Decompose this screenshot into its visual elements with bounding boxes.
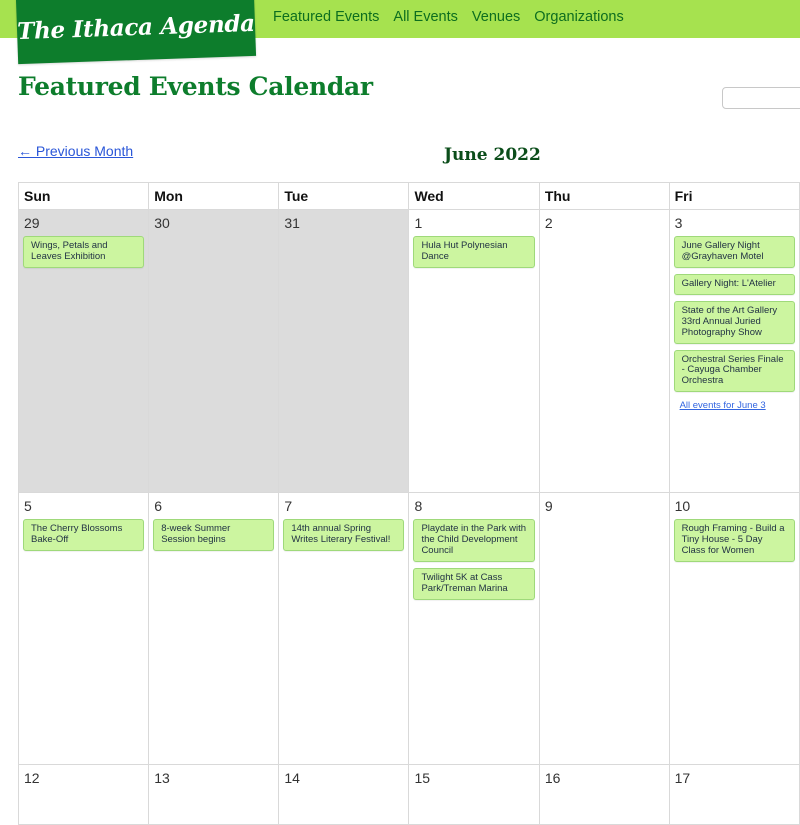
event-item[interactable]: 14th annual Spring Writes Literary Festi…: [283, 519, 405, 551]
calendar-day-cell[interactable]: 6 8-week Summer Session begins: [148, 492, 280, 765]
calendar-week-row: 29 Wings, Petals and Leaves Exhibition 30 3…: [17, 209, 800, 493]
day-number: 3: [674, 215, 683, 231]
day-number: 8: [414, 498, 423, 514]
main-nav: Featured Events All Events Venues Organi…: [273, 9, 624, 25]
site-logo-text: The Ithaca Agenda: [16, 9, 256, 45]
calendar-day-cell[interactable]: 8 Playdate in the Park with the Child Dev…: [408, 492, 540, 765]
event-item[interactable]: Rough Framing - Build a Tiny House - 5 D…: [673, 519, 795, 562]
calendar-day-cell[interactable]: 2: [538, 209, 670, 493]
weekday-header: Mon: [148, 182, 280, 210]
search-input[interactable]: [722, 87, 800, 109]
nav-all-events[interactable]: All Events: [393, 9, 457, 25]
weekday-header: Thu: [538, 182, 670, 210]
event-item[interactable]: Playdate in the Park with the Child Deve…: [413, 519, 535, 562]
day-number: 10: [674, 498, 691, 514]
calendar-day-cell[interactable]: 9: [538, 492, 670, 765]
event-item[interactable]: Orchestral Series Finale - Cayuga Chambe…: [673, 349, 795, 393]
all-events-link[interactable]: All events for June 3: [680, 400, 795, 411]
event-item[interactable]: Gallery Night: L'Atelier: [673, 273, 795, 295]
event-item[interactable]: June Gallery Night @Grayhaven Motel: [673, 236, 795, 268]
day-number: 9: [544, 498, 553, 514]
calendar-day-cell[interactable]: 7 14th annual Spring Writes Literary Fest…: [278, 492, 410, 765]
event-item[interactable]: 8-week Summer Session begins: [153, 519, 275, 551]
weekday-header-row: Sun Mon Tue Wed Thu Fri: [17, 182, 800, 210]
calendar-day-cell[interactable]: 29 Wings, Petals and Leaves Exhibition: [17, 209, 150, 493]
weekday-header: Sun: [17, 182, 150, 210]
day-number: 13: [154, 770, 170, 786]
day-number: 2: [544, 215, 553, 231]
day-number: 14: [284, 770, 300, 786]
calendar-day-cell[interactable]: 3 June Gallery Night @Grayhaven Motel Gall…: [668, 209, 800, 493]
calendar-day-cell[interactable]: 17: [668, 764, 800, 825]
nav-organizations[interactable]: Organizations: [534, 9, 623, 25]
calendar-day-cell[interactable]: 30: [148, 209, 280, 493]
event-item[interactable]: Wings, Petals and Leaves Exhibition: [23, 236, 145, 268]
site-logo[interactable]: The Ithaca Agenda: [15, 0, 257, 65]
day-number: 15: [414, 770, 431, 786]
day-number: 17: [674, 770, 691, 786]
day-number: 7: [284, 498, 293, 514]
day-number: 30: [154, 215, 170, 231]
calendar-day-cell[interactable]: 12: [17, 764, 150, 825]
calendar-day-cell[interactable]: 14: [278, 764, 410, 825]
weekday-header: Fri: [668, 182, 800, 210]
weekday-header: Wed: [408, 182, 540, 210]
day-number: 1: [414, 215, 423, 231]
event-item[interactable]: The Cherry Blossoms Bake-Off: [23, 519, 145, 551]
day-number: 12: [24, 770, 40, 786]
calendar-week-row: 12 13 14 15 16 17: [17, 764, 800, 825]
calendar-day-cell[interactable]: 5 The Cherry Blossoms Bake-Off: [17, 492, 150, 765]
calendar-day-cell[interactable]: 15: [408, 764, 540, 825]
calendar-body: 29 Wings, Petals and Leaves Exhibition 30 3…: [17, 209, 800, 825]
calendar-day-cell[interactable]: 10 Rough Framing - Build a Tiny House - 5…: [668, 492, 800, 765]
day-number: 29: [24, 215, 40, 231]
previous-month-link[interactable]: ← Previous Month: [18, 143, 133, 159]
month-title: June 2022: [444, 145, 541, 165]
calendar-grid: Sun Mon Tue Wed Thu Fri 29 Wings, Petals …: [17, 182, 800, 825]
day-number: 16: [544, 770, 561, 786]
event-item[interactable]: Twilight 5K at Cass Park/Treman Marina: [413, 567, 535, 600]
day-number: 5: [24, 498, 32, 514]
calendar-day-cell[interactable]: 1 Hula Hut Polynesian Dance: [408, 209, 540, 493]
calendar-day-cell[interactable]: 31: [278, 209, 410, 493]
calendar-day-cell[interactable]: 16: [538, 764, 670, 825]
calendar-day-cell[interactable]: 13: [148, 764, 280, 825]
nav-venues[interactable]: Venues: [472, 9, 520, 25]
top-nav-bar: The Ithaca Agenda Featured Events All Ev…: [0, 0, 800, 65]
page-title: Featured Events Calendar: [18, 72, 373, 101]
day-number: 6: [154, 498, 162, 514]
event-item[interactable]: State of the Art Gallery 33rd Annual Jur…: [673, 300, 795, 344]
event-item[interactable]: Hula Hut Polynesian Dance: [413, 236, 535, 268]
day-number: 31: [284, 215, 300, 231]
weekday-header: Tue: [278, 182, 410, 210]
calendar-week-row: 5 The Cherry Blossoms Bake-Off 6 8-week Sum…: [17, 492, 800, 765]
nav-featured-events[interactable]: Featured Events: [273, 9, 379, 25]
